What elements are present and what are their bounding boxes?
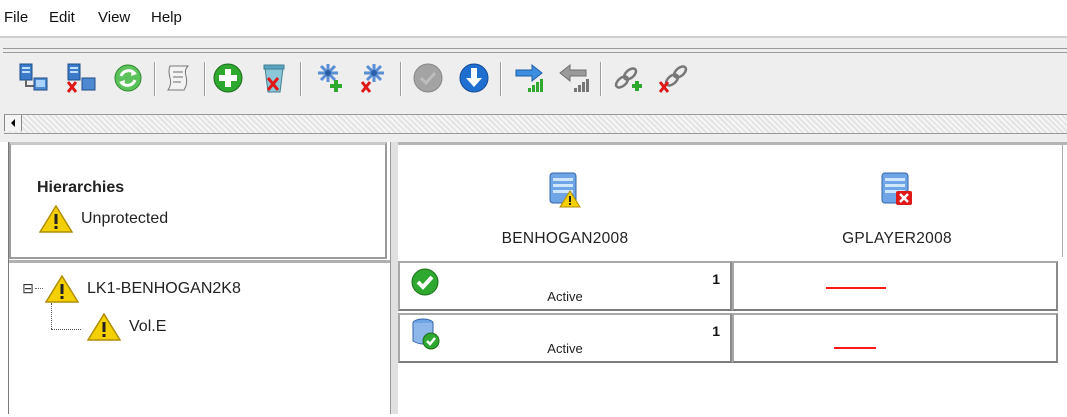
- server-warning-icon: [549, 172, 581, 208]
- hierarchies-summary: Hierarchies Unprotected: [9, 142, 387, 259]
- priority-value: 1: [712, 271, 720, 287]
- toolbar-scrollbar[interactable]: [4, 114, 1067, 134]
- warning-icon: [45, 275, 79, 303]
- server-status-grid: BENHOGAN2008 GPLAYER2008 Active 1 Active…: [398, 142, 1067, 417]
- disconnect-server-icon: [66, 63, 96, 93]
- toolbar-separator: [204, 62, 206, 96]
- extend-resource-icon: [318, 64, 342, 92]
- in-service-icon: [413, 63, 443, 93]
- toolbar-separator: [600, 62, 602, 96]
- toolbar-grip[interactable]: [3, 48, 1067, 53]
- no-status-dash: [826, 287, 886, 289]
- delete-dependency-icon: [559, 63, 589, 92]
- connect-server-icon: [19, 63, 48, 91]
- tree-connector: [51, 329, 81, 331]
- scroll-left-button[interactable]: [4, 115, 22, 131]
- server-error-icon: [881, 172, 912, 205]
- server-column-header[interactable]: GPLAYER2008: [732, 145, 1062, 257]
- hierarchies-status[interactable]: Unprotected: [39, 205, 168, 233]
- hierarchies-title: Hierarchies: [37, 179, 125, 196]
- status-cell[interactable]: [732, 313, 1058, 363]
- menu-bar: File Edit View Help: [0, 0, 1067, 36]
- priority-value: 1: [712, 323, 720, 339]
- toolbar-separator: [500, 62, 502, 96]
- remove-comm-path-icon: [658, 65, 688, 93]
- toolbar-separator: [400, 62, 402, 96]
- unextend-resource-button[interactable]: [354, 58, 394, 98]
- no-status-dash: [834, 347, 876, 349]
- toolbar-area: [0, 36, 1067, 142]
- create-resource-button[interactable]: [208, 58, 248, 98]
- toolbar-separator: [154, 62, 156, 96]
- disconnect-server-button[interactable]: [60, 58, 100, 98]
- hierarchy-panel: Hierarchies Unprotected ⊟ LK1-BENHOGAN2K…: [8, 142, 399, 414]
- menu-help[interactable]: Help: [151, 9, 182, 26]
- menu-view[interactable]: View: [98, 9, 130, 26]
- toolbar-separator: [300, 62, 302, 96]
- add-comm-path-button[interactable]: [608, 58, 648, 98]
- view-log-icon: [167, 65, 190, 91]
- tree-connector: [51, 303, 53, 329]
- tree-item-lk1-benhogan2k8[interactable]: ⊟ LK1-BENHOGAN2K8: [21, 275, 241, 303]
- server-name: BENHOGAN2008: [501, 230, 629, 247]
- server-column-header[interactable]: BENHOGAN2008: [398, 145, 732, 257]
- extend-resource-button[interactable]: [308, 58, 348, 98]
- status-cell[interactable]: Active 1: [398, 261, 732, 311]
- arrow-left-icon: [11, 119, 15, 127]
- add-comm-path-icon: [614, 67, 642, 91]
- tree-item-label: Vol.E: [129, 318, 167, 335]
- menu-file[interactable]: File: [4, 9, 28, 26]
- status-cell[interactable]: Active 1: [398, 313, 732, 363]
- view-log-button[interactable]: [158, 58, 198, 98]
- out-of-service-button[interactable]: [454, 58, 494, 98]
- toolbar: [8, 58, 1067, 102]
- refresh-icon: [114, 64, 142, 92]
- menu-edit[interactable]: Edit: [49, 9, 75, 26]
- table-row: Active 1: [398, 313, 1067, 363]
- hierarchies-status-label: Unprotected: [81, 210, 169, 227]
- warning-icon: [87, 313, 121, 341]
- create-dependency-icon: [515, 63, 543, 92]
- in-service-button[interactable]: [408, 58, 448, 98]
- connect-server-button[interactable]: [12, 58, 52, 98]
- column-divider: [1062, 145, 1063, 257]
- unextend-resource-icon: [360, 64, 384, 93]
- delete-dependency-button[interactable]: [554, 58, 594, 98]
- resource-tree: ⊟ LK1-BENHOGAN2K8 Vol.E: [9, 260, 399, 417]
- create-resource-icon: [213, 63, 243, 93]
- out-of-service-icon: [459, 63, 489, 93]
- tree-item-vol-e[interactable]: Vol.E: [87, 313, 166, 341]
- create-dependency-button[interactable]: [508, 58, 548, 98]
- tree-expander[interactable]: ⊟: [21, 281, 35, 295]
- status-cell[interactable]: [732, 261, 1058, 311]
- warning-icon: [39, 205, 73, 233]
- refresh-button[interactable]: [108, 58, 148, 98]
- state-label: Active: [547, 289, 583, 304]
- remove-comm-path-button[interactable]: [654, 58, 694, 98]
- state-label: Active: [547, 341, 583, 356]
- tree-connector: [35, 288, 43, 290]
- tree-item-label: LK1-BENHOGAN2K8: [87, 280, 241, 297]
- delete-resource-button[interactable]: [254, 58, 294, 98]
- table-row: Active 1: [398, 261, 1067, 311]
- delete-resource-icon: [263, 64, 285, 93]
- server-name: GPLAYER2008: [842, 230, 952, 247]
